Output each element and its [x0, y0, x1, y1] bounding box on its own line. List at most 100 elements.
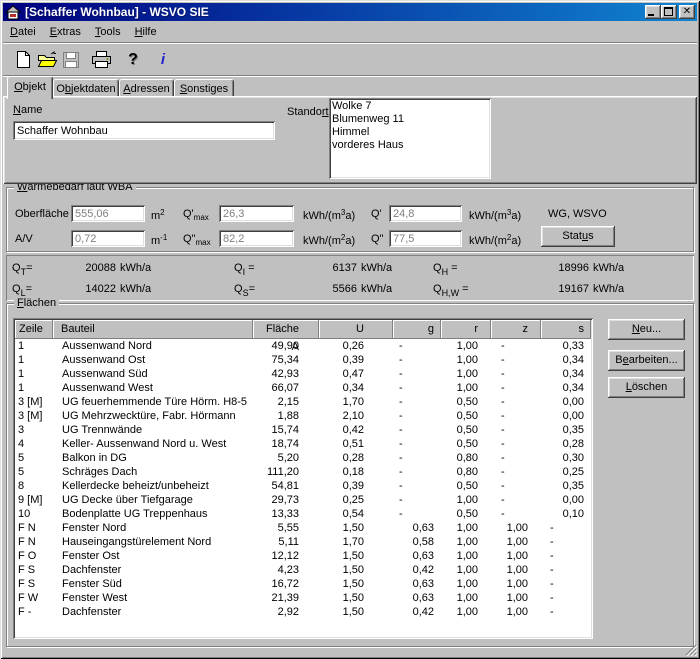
tab-adressen[interactable]: Adressen	[119, 79, 174, 97]
av-input[interactable]	[71, 230, 145, 247]
q-label: QH,W =	[433, 283, 469, 298]
table-row[interactable]: F OFenster Ost12,121,500,631,001,00-	[15, 549, 591, 563]
table-row[interactable]: F WFenster West21,391,500,631,001,00-	[15, 591, 591, 605]
table-cell: 0,25	[319, 493, 393, 507]
table-cell: 5,20	[253, 451, 319, 465]
q2-input[interactable]	[389, 230, 462, 247]
standort-listbox[interactable]: Wolke 7Blumenweg 11Himmelvorderes Haus	[329, 98, 491, 179]
table-cell: 0,39	[319, 353, 393, 367]
q1-input[interactable]	[389, 205, 462, 222]
q-unit: kWh/a	[120, 262, 151, 274]
standort-item[interactable]: Wolke 7	[332, 100, 491, 113]
toolbar-separator	[3, 75, 697, 77]
save-button[interactable]	[59, 48, 83, 72]
toolbar: ? i	[3, 44, 697, 75]
column-header[interactable]: Bauteil	[53, 320, 253, 339]
table-row[interactable]: 3 [M]UG feuerhemmende Türe Hörm. H8-52,1…	[15, 395, 591, 409]
table-row[interactable]: 8Kellerdecke beheizt/unbeheizt54,810,39-…	[15, 479, 591, 493]
table-row[interactable]: F SFenster Süd16,721,500,631,001,00-	[15, 577, 591, 591]
flaechen-table-body: 1Aussenwand Nord49,900,26-1,00-0,331Auss…	[15, 339, 591, 619]
table-cell: Dachfenster	[53, 563, 253, 577]
table-cell: -	[491, 437, 541, 451]
table-row[interactable]: 10Bodenplatte UG Treppenhaus13,330,54-0,…	[15, 507, 591, 521]
resize-grip-icon[interactable]	[684, 643, 697, 656]
column-header[interactable]: z	[491, 320, 541, 339]
print-button[interactable]	[89, 48, 113, 72]
table-cell: 0,63	[393, 591, 441, 605]
qmax2-input[interactable]	[219, 230, 294, 247]
oberflaeche-input[interactable]	[71, 205, 145, 222]
table-row[interactable]: 1Aussenwand West66,070,34-1,00-0,34	[15, 381, 591, 395]
table-row[interactable]: F SDachfenster4,231,500,421,001,00-	[15, 563, 591, 577]
table-row[interactable]: 5Schräges Dach111,200,18-0,80-0,25	[15, 465, 591, 479]
qmax2-label: Q"max	[183, 233, 211, 247]
tab-objektdaten[interactable]: Objektdaten	[53, 79, 119, 97]
menu-datei[interactable]: Datei	[3, 24, 43, 40]
table-cell: Schräges Dach	[53, 465, 253, 479]
menu-tools[interactable]: Tools	[88, 24, 128, 40]
table-row[interactable]: 1Aussenwand Süd42,930,47-1,00-0,34	[15, 367, 591, 381]
column-header[interactable]: s	[541, 320, 591, 339]
table-cell: 1,00	[441, 577, 491, 591]
table-row[interactable]: 1Aussenwand Nord49,900,26-1,00-0,33	[15, 339, 591, 353]
table-cell: Aussenwand Nord	[53, 339, 253, 353]
column-header[interactable]: g	[393, 320, 441, 339]
info-button[interactable]: i	[151, 48, 175, 72]
title-bar[interactable]: [Schaffer Wohnbau] - WSVO SIE ✕	[3, 3, 697, 21]
table-cell: -	[393, 437, 441, 451]
table-row[interactable]: 3UG Trennwände15,740,42-0,50-0,35	[15, 423, 591, 437]
maximize-button[interactable]	[661, 5, 677, 19]
flaechen-table[interactable]: ZeileBauteilFläche AUgrzs 1Aussenwand No…	[13, 318, 593, 639]
menu-hilfe[interactable]: Hilfe	[128, 24, 164, 40]
table-cell: 1,50	[319, 549, 393, 563]
table-row[interactable]: F NFenster Nord5,551,500,631,001,00-	[15, 521, 591, 535]
table-cell: 1,50	[319, 577, 393, 591]
table-row[interactable]: F NHauseingangstürelement Nord5,111,700,…	[15, 535, 591, 549]
table-cell: 1,00	[441, 605, 491, 619]
table-row[interactable]: 9 [M]UG Decke über Tiefgarage29,730,25-1…	[15, 493, 591, 507]
name-input[interactable]	[13, 121, 275, 140]
table-row[interactable]: 3 [M]UG Mehrzwecktüre, Fabr. Hörmann1,88…	[15, 409, 591, 423]
standort-label: Standort	[287, 106, 329, 118]
open-button[interactable]	[35, 48, 59, 72]
table-cell: 1,50	[319, 521, 393, 535]
new-document-button[interactable]	[11, 48, 35, 72]
bearbeiten-button[interactable]: Bearbeiten...	[608, 350, 685, 371]
q-label: QL=	[12, 283, 32, 298]
standort-item[interactable]: Himmel	[332, 126, 491, 139]
neu-button[interactable]: Neu...	[608, 319, 685, 340]
column-header[interactable]: Zeile	[15, 320, 53, 339]
window-title: [Schaffer Wohnbau] - WSVO SIE	[25, 5, 209, 19]
table-cell: 0,26	[319, 339, 393, 353]
table-cell: -	[491, 423, 541, 437]
close-button[interactable]: ✕	[679, 5, 695, 19]
loeschen-button[interactable]: Löschen	[608, 377, 685, 398]
table-row[interactable]: F -Dachfenster2,921,500,421,001,00-	[15, 605, 591, 619]
table-cell: 1,00	[491, 563, 541, 577]
table-cell: 0,00	[541, 493, 591, 507]
table-cell: 0,50	[441, 423, 491, 437]
column-header[interactable]: r	[441, 320, 491, 339]
column-header[interactable]: U	[319, 320, 393, 339]
status-button[interactable]: Status	[541, 226, 615, 247]
minimize-button[interactable]	[645, 5, 661, 19]
column-header[interactable]: Fläche A	[253, 320, 319, 339]
tab-objekt[interactable]: Objekt	[7, 76, 53, 99]
table-cell: 0,35	[541, 423, 591, 437]
table-cell: 1,88	[253, 409, 319, 423]
standort-item[interactable]: vorderes Haus	[332, 139, 491, 152]
table-cell: -	[541, 605, 591, 619]
menu-extras[interactable]: Extras	[43, 24, 88, 40]
table-cell: 1,00	[441, 339, 491, 353]
tab-sonstiges[interactable]: Sonstiges	[174, 79, 234, 97]
q-unit: kWh/a	[120, 283, 151, 295]
help-button[interactable]: ?	[121, 48, 145, 72]
table-cell: 0,33	[541, 339, 591, 353]
table-cell: 3 [M]	[15, 409, 53, 423]
table-row[interactable]: 4Keller- Aussenwand Nord u. West18,740,5…	[15, 437, 591, 451]
qmax1-input[interactable]	[219, 205, 294, 222]
standort-item[interactable]: Blumenweg 11	[332, 113, 491, 126]
table-row[interactable]: 1Aussenwand Ost75,340,39-1,00-0,34	[15, 353, 591, 367]
q-unit: kWh/a	[361, 283, 392, 295]
table-row[interactable]: 5Balkon in DG5,200,28-0,80-0,30	[15, 451, 591, 465]
